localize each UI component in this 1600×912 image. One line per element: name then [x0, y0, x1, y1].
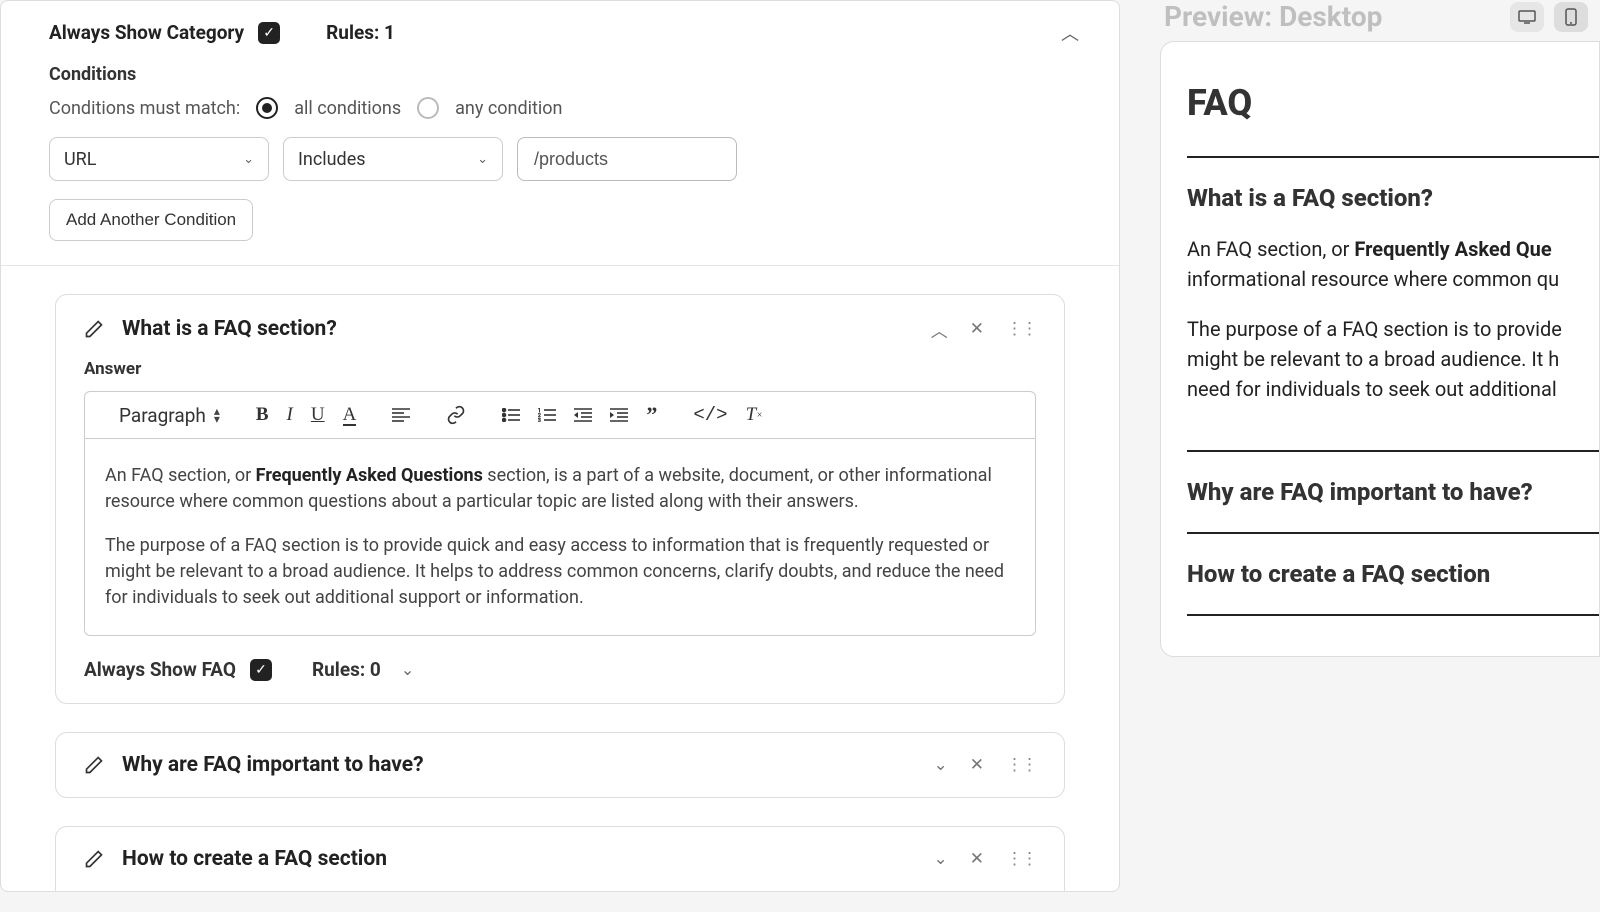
editor-text: The purpose of a FAQ section is to provi… — [105, 533, 1015, 611]
preview-question: How to create a FAQ section — [1187, 560, 1599, 588]
faq-item-header: How to create a FAQ section ⌄ ✕ ⋮⋮ — [84, 847, 1036, 871]
condition-field-value: URL — [64, 149, 96, 170]
category-header: Always Show Category ✓ Rules: 1 ︿ — [1, 1, 1119, 56]
editor-text-bold: Frequently Asked Questions — [256, 465, 483, 486]
delete-faq-icon[interactable]: ✕ — [970, 319, 984, 339]
condition-field-select[interactable]: URL ⌄ — [49, 137, 269, 181]
underline-button[interactable]: U — [311, 404, 325, 426]
preview-text: need for individuals to seek out additio… — [1187, 374, 1599, 404]
preview-title: Preview: Desktop — [1164, 0, 1382, 33]
editor-toolbar: Paragraph ▴▾ B I U A — [85, 392, 1035, 439]
preview-header: Preview: Desktop — [1160, 0, 1600, 41]
drag-handle-icon[interactable]: ⋮⋮ — [1006, 319, 1036, 339]
faq-item-card: Why are FAQ important to have? ⌄ ✕ ⋮⋮ — [55, 732, 1065, 798]
conditions-block: Conditions Conditions must match: all co… — [1, 56, 1119, 266]
preview-answer: An FAQ section, or Frequently Asked Que … — [1187, 234, 1599, 404]
chevron-down-icon: ⌄ — [477, 152, 488, 167]
clear-format-button[interactable]: T× — [746, 404, 763, 426]
preview-faq-item: What is a FAQ section? An FAQ section, o… — [1187, 156, 1599, 450]
preview-question: Why are FAQ important to have? — [1187, 478, 1599, 506]
radio-all-conditions[interactable] — [256, 97, 278, 119]
ordered-list-button[interactable]: 123 — [538, 408, 556, 422]
text-color-button[interactable]: A — [343, 405, 357, 426]
always-show-category-checkbox[interactable]: ✓ — [258, 22, 280, 44]
preview-faq-item: Why are FAQ important to have? — [1187, 450, 1599, 532]
drag-handle-icon[interactable]: ⋮⋮ — [1006, 849, 1036, 869]
paragraph-style-select[interactable]: Paragraph ▴▾ — [119, 404, 220, 427]
delete-faq-icon[interactable]: ✕ — [970, 755, 984, 775]
category-rules-count: Rules: 1 — [326, 21, 395, 44]
add-condition-button[interactable]: Add Another Condition — [49, 199, 253, 241]
pencil-icon[interactable] — [84, 849, 104, 869]
faq-rules-count: Rules: 0 — [312, 658, 381, 681]
preview-text: informational resource where common qu — [1187, 264, 1599, 294]
faq-item-footer: Always Show FAQ ✓ Rules: 0 ⌄ — [84, 658, 1036, 681]
preview-heading: FAQ — [1187, 82, 1599, 124]
preview-text-bold: Frequently Asked Que — [1354, 237, 1551, 261]
sort-icon: ▴▾ — [214, 407, 220, 423]
answer-label: Answer — [84, 359, 1036, 379]
pencil-icon[interactable] — [84, 319, 104, 339]
chevron-down-icon: ⌄ — [243, 152, 254, 167]
outdent-button[interactable] — [574, 408, 592, 422]
drag-handle-icon[interactable]: ⋮⋮ — [1006, 755, 1036, 775]
radio-any-label: any condition — [455, 98, 562, 119]
conditions-match-label: Conditions must match: — [49, 98, 240, 119]
faq-item-card: What is a FAQ section? ︿ ✕ ⋮⋮ Answer Par… — [55, 294, 1065, 704]
faq-item-title: Why are FAQ important to have? — [122, 753, 424, 777]
preview-faq-item: How to create a FAQ section — [1187, 532, 1599, 616]
faq-item-title: How to create a FAQ section — [122, 847, 387, 871]
conditions-match-row: Conditions must match: all conditions an… — [49, 97, 1071, 119]
condition-value-input[interactable] — [517, 137, 737, 181]
always-show-faq-label: Always Show FAQ — [84, 658, 236, 681]
radio-any-condition[interactable] — [417, 97, 439, 119]
preview-text: An FAQ section, or — [1187, 237, 1354, 261]
align-button[interactable] — [392, 408, 410, 422]
preview-question: What is a FAQ section? — [1187, 184, 1599, 212]
collapse-faq-icon[interactable]: ︿ — [931, 317, 948, 342]
faq-item-title: What is a FAQ section? — [122, 317, 337, 341]
paragraph-style-label: Paragraph — [119, 404, 206, 427]
conditions-title: Conditions — [49, 64, 1071, 85]
mobile-view-button[interactable] — [1554, 2, 1588, 32]
faq-item-card: How to create a FAQ section ⌄ ✕ ⋮⋮ — [55, 826, 1065, 891]
always-show-category-label: Always Show Category — [49, 21, 244, 44]
preview-panel: Preview: Desktop FAQ What is a FAQ secti… — [1140, 0, 1600, 912]
editor-text: An FAQ section, or — [105, 465, 256, 486]
rich-text-editor: Paragraph ▴▾ B I U A — [84, 391, 1036, 636]
quote-button[interactable]: ” — [646, 402, 657, 428]
condition-row: URL ⌄ Includes ⌄ — [49, 137, 1071, 181]
svg-text:3: 3 — [538, 418, 541, 422]
condition-operator-select[interactable]: Includes ⌄ — [283, 137, 503, 181]
bullet-list-button[interactable] — [502, 408, 520, 422]
link-button[interactable] — [446, 405, 466, 425]
code-button[interactable]: </> — [693, 404, 727, 426]
expand-faq-icon[interactable]: ⌄ — [934, 755, 948, 775]
condition-operator-value: Includes — [298, 149, 366, 170]
indent-button[interactable] — [610, 408, 628, 422]
delete-faq-icon[interactable]: ✕ — [970, 849, 984, 869]
expand-rules-icon[interactable]: ⌄ — [401, 660, 414, 679]
radio-all-label: all conditions — [294, 98, 401, 119]
faq-item-header: Why are FAQ important to have? ⌄ ✕ ⋮⋮ — [84, 753, 1036, 777]
bold-button[interactable]: B — [256, 404, 269, 426]
italic-button[interactable]: I — [287, 404, 293, 426]
editor-content[interactable]: An FAQ section, or Frequently Asked Ques… — [85, 439, 1035, 635]
preview-text: The purpose of a FAQ section is to provi… — [1187, 314, 1599, 344]
preview-content: FAQ What is a FAQ section? An FAQ sectio… — [1160, 41, 1600, 657]
preview-text: might be relevant to a broad audience. I… — [1187, 344, 1599, 374]
collapse-category-icon[interactable]: ︿ — [1061, 20, 1079, 46]
expand-faq-icon[interactable]: ⌄ — [934, 849, 948, 869]
always-show-faq-checkbox[interactable]: ✓ — [250, 659, 272, 681]
faq-item-header: What is a FAQ section? ︿ ✕ ⋮⋮ — [84, 317, 1036, 341]
pencil-icon[interactable] — [84, 755, 104, 775]
desktop-view-button[interactable] — [1510, 2, 1544, 32]
